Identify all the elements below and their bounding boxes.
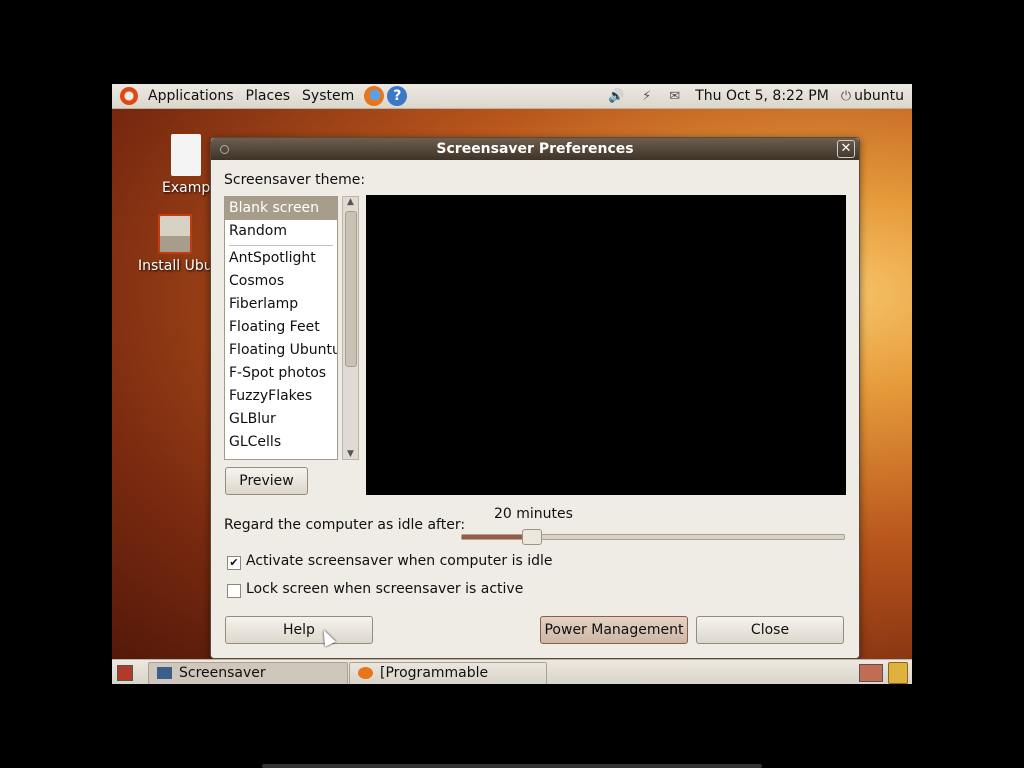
- power-icon[interactable]: ⏻: [841, 89, 851, 104]
- slider-fill: [462, 535, 531, 539]
- firefox-icon: [358, 667, 373, 679]
- task-firefox[interactable]: [Programmable Search...: [349, 662, 547, 684]
- installer-icon: [158, 214, 193, 254]
- theme-item[interactable]: FuzzyFlakes: [225, 385, 337, 408]
- desktop-icon-label: Examp: [162, 180, 211, 196]
- desktop-icon-examples[interactable]: Examp: [162, 134, 210, 196]
- clock[interactable]: Thu Oct 5, 8:22 PM: [695, 88, 829, 104]
- idle-slider[interactable]: [461, 529, 845, 545]
- theme-item[interactable]: F-Spot photos: [225, 362, 337, 385]
- activate-checkbox[interactable]: ✔: [227, 556, 241, 570]
- scroll-down-icon[interactable]: ▼: [343, 449, 358, 459]
- help-icon[interactable]: ?: [387, 86, 408, 106]
- monitor-icon: [157, 667, 172, 679]
- theme-item[interactable]: GLCells: [225, 431, 337, 454]
- scroll-thumb[interactable]: [345, 211, 357, 367]
- lock-label[interactable]: Lock screen when screensaver is active: [246, 581, 523, 597]
- desktop-icon-install[interactable]: Install Ubu: [138, 214, 213, 274]
- idle-label: Regard the computer as idle after:: [224, 517, 466, 533]
- scroll-up-icon[interactable]: ▲: [343, 197, 358, 207]
- desktop-screen: Applications Places System ? 🔊 ⚡ ✉ Thu O…: [112, 84, 912, 684]
- menu-system[interactable]: System: [296, 84, 360, 108]
- show-desktop-icon[interactable]: [117, 665, 133, 681]
- slider-handle[interactable]: [521, 529, 542, 545]
- desktop-icon-label: Install Ubu: [138, 258, 213, 274]
- idle-value: 20 minutes: [494, 506, 573, 522]
- ubuntu-logo-icon[interactable]: [120, 87, 138, 105]
- workspace-switcher[interactable]: [859, 664, 883, 682]
- theme-item[interactable]: Blank screen: [225, 197, 337, 220]
- bottom-strip: [262, 764, 762, 768]
- theme-item[interactable]: Random: [225, 220, 337, 243]
- theme-label: Screensaver theme:: [224, 172, 366, 188]
- bottom-panel: Screensaver Preferences [Programmable Se…: [112, 659, 912, 684]
- user-name[interactable]: ubuntu: [854, 88, 904, 104]
- close-button[interactable]: Close: [696, 616, 844, 644]
- help-button[interactable]: Help: [225, 616, 373, 644]
- theme-item[interactable]: GLBlur: [225, 408, 337, 431]
- theme-item[interactable]: Floating Ubuntu: [225, 339, 337, 362]
- close-icon[interactable]: ✕: [837, 140, 855, 158]
- theme-item[interactable]: Fiberlamp: [225, 293, 337, 316]
- preview-area: [366, 195, 846, 495]
- menu-places[interactable]: Places: [240, 84, 297, 108]
- trash-icon[interactable]: [888, 662, 908, 684]
- theme-item[interactable]: Cosmos: [225, 270, 337, 293]
- top-panel: Applications Places System ? 🔊 ⚡ ✉ Thu O…: [112, 84, 912, 109]
- theme-list-scrollbar[interactable]: ▲ ▼: [342, 196, 359, 460]
- screensaver-dialog: Screensaver Preferences ✕ Screensaver th…: [210, 137, 860, 659]
- task-label: [Programmable Search...: [380, 665, 489, 681]
- folder-icon: [171, 134, 202, 176]
- theme-item[interactable]: AntSpotlight: [225, 247, 337, 270]
- power-management-button[interactable]: Power Management: [540, 616, 688, 644]
- menu-applications[interactable]: Applications: [142, 84, 240, 108]
- firefox-icon[interactable]: [364, 86, 385, 106]
- mail-icon[interactable]: ✉: [669, 89, 680, 104]
- task-screensaver[interactable]: Screensaver Preferences: [148, 662, 348, 684]
- window-menu-icon[interactable]: [220, 145, 229, 154]
- lock-checkbox[interactable]: [227, 584, 241, 598]
- task-label: Screensaver Preferences: [179, 665, 266, 681]
- preview-button[interactable]: Preview: [225, 467, 308, 495]
- network-icon[interactable]: ⚡: [642, 89, 651, 104]
- theme-list[interactable]: Blank screen Random AntSpotlight Cosmos …: [224, 196, 338, 460]
- dialog-title: Screensaver Preferences: [436, 141, 634, 157]
- dialog-titlebar[interactable]: Screensaver Preferences ✕: [211, 138, 859, 160]
- volume-icon[interactable]: 🔊: [608, 89, 624, 104]
- activate-label[interactable]: Activate screensaver when computer is id…: [246, 553, 552, 569]
- theme-item[interactable]: Floating Feet: [225, 316, 337, 339]
- theme-separator: [229, 245, 333, 246]
